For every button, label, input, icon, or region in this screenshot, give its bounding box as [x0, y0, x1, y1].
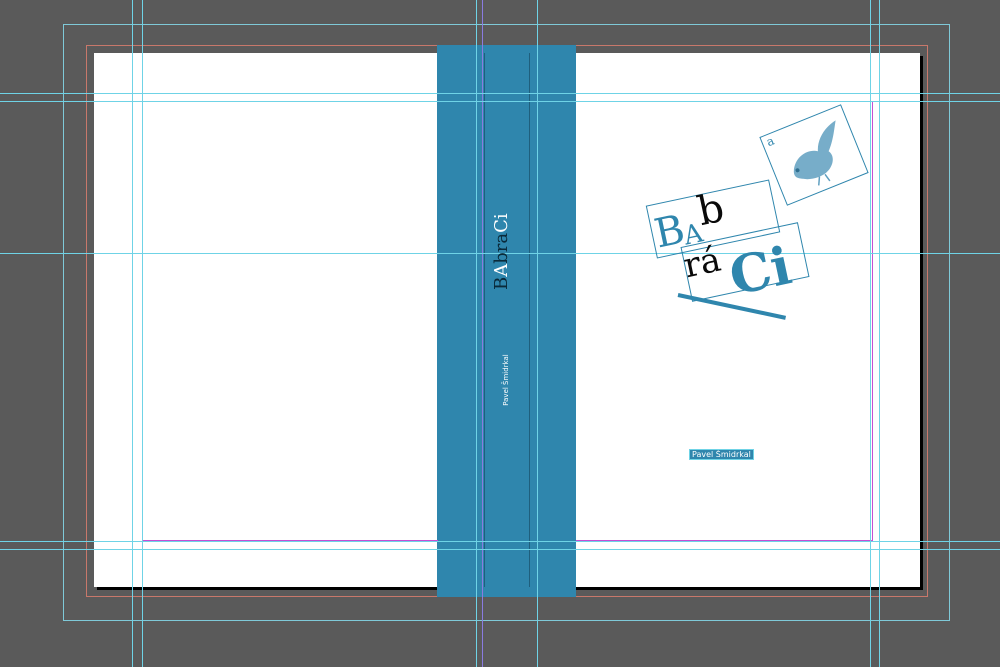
title-syllable-ci: Ci [724, 235, 797, 308]
spine-title-part: A [491, 263, 512, 277]
margin-guide-back [142, 101, 438, 541]
front-author-name[interactable]: Pavel Šmidrkal [689, 449, 754, 460]
spine-author-frame[interactable]: Pavel Šmidrkal [500, 340, 516, 420]
spine-title-part: B [491, 276, 512, 290]
spine-fold-right [529, 53, 530, 587]
spine-fold-left [484, 53, 485, 587]
guide-horizontal[interactable] [0, 549, 1000, 550]
guide-horizontal[interactable] [0, 101, 1000, 102]
spine-panel[interactable] [437, 45, 576, 597]
spine-author-name: Pavel Šmidrkal [502, 354, 510, 406]
guide-horizontal[interactable] [0, 541, 1000, 542]
spine-title: BAbraCi [491, 213, 512, 290]
spine-title-part: Ci [491, 213, 512, 233]
spine-title-part: b [491, 252, 512, 264]
spine-title-part: ra [491, 232, 512, 253]
spine-title-frame[interactable]: BAbraCi [485, 213, 525, 290]
guide-horizontal[interactable] [0, 93, 1000, 94]
title-syllable-ra: rá [680, 239, 725, 287]
